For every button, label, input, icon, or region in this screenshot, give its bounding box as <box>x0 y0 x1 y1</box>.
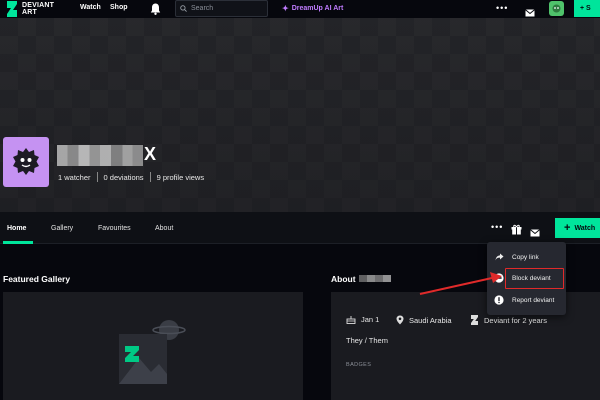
gift-icon[interactable] <box>511 222 522 240</box>
tab-home[interactable]: Home <box>7 225 26 232</box>
about-title: About <box>331 274 356 284</box>
profile-tab-bar <box>0 212 600 244</box>
watch-button[interactable]: + Watch <box>555 218 600 238</box>
location-pin-icon <box>396 315 404 325</box>
search-input[interactable]: Search <box>191 5 213 12</box>
plus-icon: + <box>564 222 571 234</box>
logo-line-2: ART <box>22 9 37 16</box>
stats-divider <box>149 172 151 182</box>
watcher-count[interactable]: 1 watcher <box>58 173 91 182</box>
username-blurred <box>57 145 143 166</box>
menu-item-label: Report deviant <box>512 296 555 304</box>
watch-button-label: Watch <box>574 224 596 232</box>
sparkle-icon: ✦ <box>282 4 289 13</box>
pronouns: They / Them <box>346 336 388 345</box>
message-icon[interactable] <box>530 224 540 242</box>
tab-favourites[interactable]: Favourites <box>98 225 131 232</box>
user-avatar[interactable] <box>549 1 564 16</box>
annotation-highlight-box <box>505 268 564 289</box>
tab-about[interactable]: About <box>155 225 173 232</box>
banner-overlay <box>0 18 600 212</box>
location-text: Saudi Arabia <box>409 315 452 325</box>
nav-watch-link[interactable]: Watch <box>80 4 101 11</box>
logo-text: DEVIANT ART <box>22 2 54 16</box>
active-tab-indicator <box>3 241 33 244</box>
dreamup-link[interactable]: ✦ DreamUp AI Art <box>282 4 343 13</box>
deviation-count: 0 deviations <box>103 172 144 182</box>
stats-divider <box>96 172 98 182</box>
profile-stats: 1 watcher 0 deviations 9 profile views <box>58 172 204 182</box>
tab-gallery[interactable]: Gallery <box>51 225 73 232</box>
more-options-icon[interactable]: ••• <box>491 222 503 232</box>
profile-avatar[interactable] <box>3 137 49 187</box>
submit-button[interactable]: + S <box>574 0 600 17</box>
deviantart-mark-icon <box>471 315 478 325</box>
about-joined: Jan 1 <box>346 315 379 324</box>
about-location: Saudi Arabia <box>396 315 452 325</box>
profile-view-count: 9 profile views <box>156 172 205 182</box>
featured-gallery-panel <box>3 292 303 400</box>
search-icon <box>180 5 187 12</box>
cake-icon <box>346 316 356 324</box>
search-box[interactable]: Search <box>175 0 268 17</box>
menu-item-copy-link[interactable]: Copy link <box>487 247 566 267</box>
logo-line-1: DEVIANT <box>22 2 55 9</box>
top-navigation: DEVIANT ART Watch Shop Search ✦ DreamUp … <box>0 0 600 18</box>
annotation-arrow-icon <box>419 272 502 295</box>
badges-label: BADGES <box>346 362 372 368</box>
share-icon <box>494 252 504 262</box>
menu-item-label: Copy link <box>512 253 539 261</box>
dreamup-label: DreamUp AI Art <box>291 5 344 12</box>
deviantart-logo[interactable]: DEVIANT ART <box>6 1 54 17</box>
featured-gallery-title: Featured Gallery <box>3 274 71 284</box>
nav-shop-link[interactable]: Shop <box>110 4 128 11</box>
deviant-duration: Deviant for 2 years <box>484 315 547 325</box>
empty-gallery-illustration <box>119 320 186 384</box>
about-username-blurred <box>359 275 391 282</box>
about-deviant-since: Deviant for 2 years <box>470 315 547 325</box>
joined-date: Jan 1 <box>361 315 380 324</box>
more-icon[interactable]: ••• <box>496 3 508 13</box>
username-suffix: X <box>144 144 157 164</box>
default-avatar-icon <box>13 148 39 175</box>
deviantart-logo-icon <box>6 1 20 17</box>
